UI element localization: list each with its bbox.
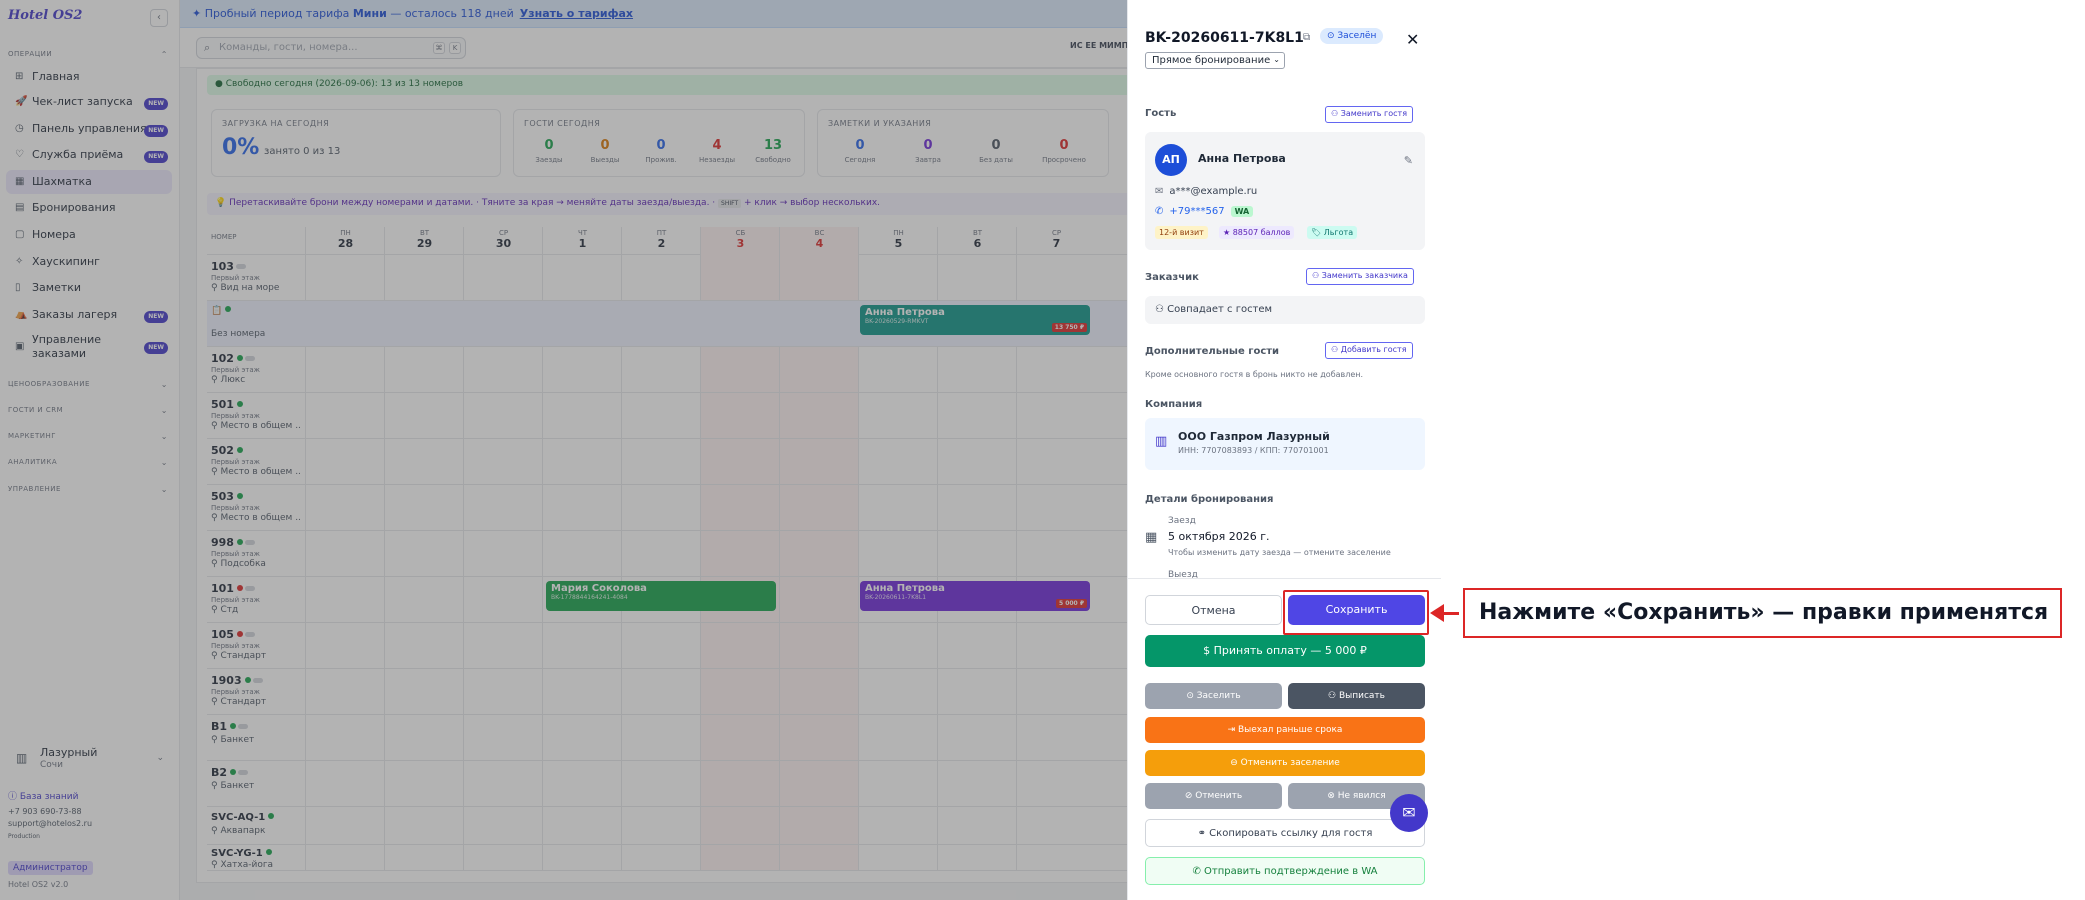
replace-customer-button[interactable]: ⚇ Заменить заказчика	[1306, 268, 1414, 285]
visit-count-tag: 12-й визит	[1155, 226, 1208, 239]
early-departure-label: Выехал раньше срока	[1237, 725, 1343, 735]
company-details: ИНН: 7707083893 / КПП: 770701001	[1178, 446, 1329, 455]
user-icon: ⚇	[1328, 691, 1339, 701]
guest-name: Анна Петрова	[1198, 152, 1286, 165]
avatar: АП	[1155, 144, 1187, 176]
booking-code-title: BK-20260611-7K8L1	[1145, 30, 1304, 46]
extra-guests-label: Дополнительные гости	[1145, 346, 1280, 357]
customer-value: ⚇ Совпадает с гостем	[1145, 296, 1425, 324]
cancel-icon: ⊘	[1184, 791, 1196, 801]
mail-icon: ✉	[1155, 186, 1164, 197]
replace-customer-label: Заменить заказчика	[1321, 271, 1408, 280]
dollar-icon: $	[1203, 644, 1214, 657]
copy-guest-link-label: Скопировать ссылку для гостя	[1209, 828, 1373, 839]
copy-guest-link-button[interactable]: ⚭ Скопировать ссылку для гостя	[1145, 819, 1425, 847]
extra-guests-empty: Кроме основного гостя в бронь никто не д…	[1145, 370, 1364, 379]
whatsapp-badge[interactable]: WA	[1230, 206, 1254, 217]
checkin-label: Заезд	[1168, 516, 1196, 526]
send-wa-label: Отправить подтверждение в WA	[1204, 866, 1378, 877]
replace-guest-button[interactable]: ⚇ Заменить гостя	[1325, 106, 1414, 123]
booking-details-label: Детали бронирования	[1145, 494, 1274, 505]
guest-email-text: a***@example.ru	[1169, 186, 1258, 197]
booking-drawer: BK-20260611-7K8L1 ⧉ ⊙ Заселён ✕ Прямое б…	[1127, 0, 1441, 900]
whatsapp-icon: ✆	[1192, 866, 1205, 877]
user-icon: ⚇	[1312, 271, 1322, 280]
cancel-booking-label: Отменить	[1195, 791, 1243, 801]
cancel-booking-button[interactable]: ⊘ Отменить	[1145, 783, 1282, 809]
guest-label: Гость	[1145, 108, 1177, 119]
loyalty-points-tag: ★ 88507 баллов	[1219, 226, 1295, 239]
checkin-hint: Чтобы изменить дату заезда — отмените за…	[1168, 548, 1391, 557]
edit-icon[interactable]: ✎	[1404, 154, 1413, 167]
status-text: Заселён	[1337, 31, 1377, 41]
customer-value-text: Совпадает с гостем	[1167, 304, 1273, 315]
check-out-label: Выписать	[1338, 691, 1385, 701]
check-in-button[interactable]: ⊙ Заселить	[1145, 683, 1282, 709]
close-icon[interactable]: ✕	[1406, 30, 1419, 49]
logout-icon: ⇥	[1227, 725, 1238, 735]
chevron-down-icon: ⌄	[1273, 55, 1280, 64]
cancel-checkin-label: Отменить заселение	[1240, 758, 1340, 768]
send-wa-confirmation-button[interactable]: ✆ Отправить подтверждение в WA	[1145, 857, 1425, 885]
app-background: Hotel OS2 ‹ ОПЕРАЦИИ ⌃ ⊞ Главная 🚀 Чек-лист…	[0, 0, 1441, 900]
company-label: Компания	[1145, 399, 1203, 410]
benefit-tag: 🏷 Льгота	[1307, 226, 1358, 239]
guest-email: ✉ a***@example.ru	[1155, 186, 1257, 197]
booking-source-select[interactable]: Прямое бронирование ⌄	[1145, 52, 1285, 69]
phone-icon: ✆	[1155, 206, 1164, 217]
cancel-checkin-button[interactable]: ⊖ Отменить заселение	[1145, 750, 1425, 776]
status-badge: ⊙ Заселён	[1320, 28, 1384, 44]
guest-phone-text: +79***567	[1169, 206, 1225, 217]
check-icon: ⊙	[1186, 691, 1197, 701]
user-plus-icon: ⚇	[1331, 345, 1341, 354]
accept-payment-button[interactable]: $ Принять оплату — 5 000 ₽	[1145, 635, 1425, 667]
booking-source-value: Прямое бронирование	[1152, 55, 1271, 66]
check-out-button[interactable]: ⚇ Выписать	[1288, 683, 1425, 709]
check-circle-icon: ⊙	[1327, 31, 1338, 41]
building-icon: ▥	[1155, 434, 1168, 449]
add-guest-label: Добавить гостя	[1340, 345, 1407, 354]
add-guest-button[interactable]: ⚇ Добавить гостя	[1325, 342, 1413, 359]
replace-guest-label: Заменить гостя	[1340, 109, 1408, 118]
no-show-label: Не явился	[1337, 791, 1386, 801]
undo-icon: ⊖	[1230, 758, 1241, 768]
guest-card: АП Анна Петрова ✎ ✉ a***@example.ru ✆ +79*…	[1145, 132, 1425, 250]
customer-label: Заказчик	[1145, 272, 1199, 283]
cancel-button[interactable]: Отмена	[1145, 595, 1282, 625]
early-departure-button[interactable]: ⇥ Выехал раньше срока	[1145, 717, 1425, 743]
checkin-date: 5 октября 2026 г.	[1168, 530, 1270, 543]
link-icon: ⚭	[1197, 828, 1210, 839]
check-in-label: Заселить	[1196, 691, 1241, 701]
user-icon: ⚇	[1155, 304, 1168, 315]
checkout-label: Выезд	[1168, 570, 1198, 578]
save-highlight-frame	[1283, 590, 1429, 635]
company-name: ООО Газпром Лазурный	[1178, 430, 1330, 443]
user-icon: ⚇	[1331, 109, 1341, 118]
copy-icon[interactable]: ⧉	[1303, 32, 1310, 43]
company-card[interactable]: ▥ ООО Газпром Лазурный ИНН: 7707083893 /…	[1145, 418, 1425, 470]
guest-phone[interactable]: ✆ +79***567 WA	[1155, 206, 1254, 217]
x-circle-icon: ⊗	[1327, 791, 1338, 801]
chat-icon: ✉	[1402, 803, 1416, 822]
arrow-line	[1441, 612, 1459, 615]
annotation-callout: Нажмите «Сохранить» — правки применятся	[1463, 588, 2062, 638]
accept-payment-label: Принять оплату — 5 000 ₽	[1213, 644, 1367, 657]
chat-button[interactable]: ✉	[1390, 794, 1428, 832]
calendar-icon: ▦	[1145, 530, 1158, 545]
drawer-scroll-area[interactable]: Гость ⚇ Заменить гостя АП Анна Петрова ✎…	[1128, 96, 1441, 578]
